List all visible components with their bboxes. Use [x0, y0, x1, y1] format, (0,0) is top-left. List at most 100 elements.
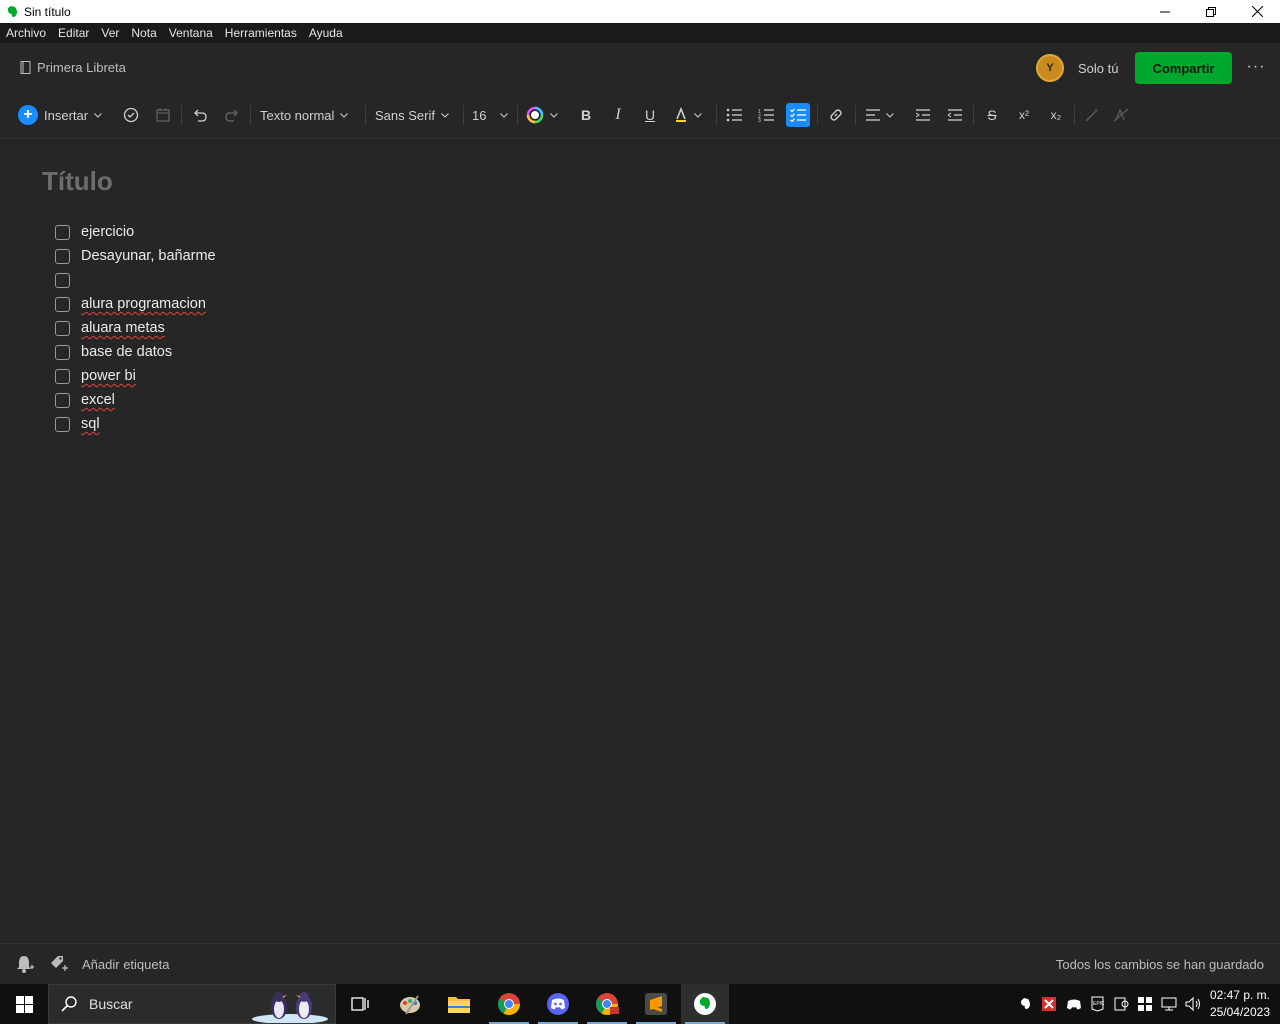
highlight-dropdown[interactable] — [674, 103, 702, 127]
insert-button[interactable]: + Insertar — [18, 103, 102, 127]
checklist-item: power bi — [55, 364, 216, 388]
toolbar-divider — [817, 105, 818, 125]
evernote-taskbar-icon[interactable] — [681, 984, 729, 1024]
checklist-icon[interactable] — [786, 103, 810, 127]
note-footer: Añadir etiqueta Todos los cambios se han… — [0, 943, 1280, 984]
app-tray-icon[interactable] — [1109, 984, 1133, 1024]
restore-icon[interactable] — [1188, 0, 1234, 23]
menu-archivo[interactable]: Archivo — [6, 26, 46, 40]
clock-time: 02:47 p. m. — [1209, 988, 1270, 1002]
font-size-value: 16 — [472, 107, 487, 123]
bold-icon[interactable]: B — [574, 103, 598, 127]
more-options-icon[interactable]: ··· — [1246, 57, 1266, 77]
clear-formatting-icon[interactable] — [1109, 103, 1133, 127]
note-title-input[interactable]: Título — [42, 166, 113, 197]
task-view-icon[interactable] — [336, 984, 384, 1024]
volume-icon[interactable] — [1181, 984, 1205, 1024]
note-editor[interactable]: Título ejercicio Desayunar, bañarme alura … — [0, 140, 1280, 943]
share-button[interactable]: Compartir — [1135, 52, 1232, 84]
checklist-item-text[interactable]: alura programacion — [81, 296, 206, 312]
avatar[interactable]: Y — [1036, 54, 1064, 82]
text-color-dropdown[interactable] — [526, 103, 558, 127]
font-family-dropdown[interactable]: Sans Serif — [375, 103, 449, 127]
windows-start-icon[interactable] — [0, 984, 48, 1024]
redo-icon[interactable] — [220, 103, 244, 127]
checkbox[interactable] — [55, 296, 70, 312]
windows-taskbar: Buscar EPIC 02:47 p. m. 25/04/2023 — [0, 984, 1280, 1024]
checklist-item-text[interactable]: sql — [81, 416, 100, 432]
menu-nota[interactable]: Nota — [131, 26, 156, 40]
system-clock[interactable]: 02:47 p. m. 25/04/2023 — [1210, 987, 1270, 1021]
checkbox[interactable] — [55, 272, 70, 288]
checkbox[interactable] — [55, 344, 70, 360]
toolbar-divider — [973, 105, 974, 125]
checkbox[interactable] — [55, 392, 70, 408]
checkbox[interactable] — [55, 320, 70, 336]
add-tag-field[interactable]: Añadir etiqueta — [82, 957, 169, 972]
checklist-item-text[interactable]: aluara metas — [81, 320, 165, 336]
checklist-item: excel — [55, 388, 216, 412]
text-style-dropdown[interactable]: Texto normal — [260, 103, 349, 127]
checkbox[interactable] — [55, 416, 70, 432]
paint-app-icon[interactable] — [386, 984, 434, 1024]
checklist-item: Desayunar, bañarme — [55, 244, 216, 268]
menu-editar[interactable]: Editar — [58, 26, 89, 40]
link-icon[interactable] — [824, 103, 848, 127]
antivirus-tray-icon[interactable] — [1037, 984, 1061, 1024]
notebook-icon — [20, 61, 31, 74]
chrome-profile-icon[interactable] — [583, 984, 631, 1024]
chrome-icon[interactable] — [485, 984, 533, 1024]
calendar-icon[interactable] — [151, 103, 175, 127]
superscript-icon[interactable]: x² — [1012, 103, 1036, 127]
menu-ver[interactable]: Ver — [101, 26, 119, 40]
sublime-text-icon[interactable] — [632, 984, 680, 1024]
font-size-dropdown[interactable]: 16 — [472, 103, 508, 127]
epic-games-tray-icon[interactable]: EPIC — [1085, 984, 1109, 1024]
indent-icon[interactable] — [911, 103, 935, 127]
color-wheel-icon — [526, 106, 544, 124]
tag-icon[interactable] — [48, 954, 68, 974]
insert-label: Insertar — [44, 107, 89, 123]
italic-icon[interactable]: I — [606, 103, 630, 127]
align-dropdown[interactable] — [866, 103, 894, 127]
underline-icon[interactable]: U — [638, 103, 662, 127]
close-icon[interactable] — [1234, 0, 1280, 23]
checklist-item-text[interactable]: power bi — [81, 368, 136, 384]
security-tray-icon[interactable] — [1133, 984, 1157, 1024]
text-style-value: Texto normal — [260, 107, 335, 123]
subscript-icon[interactable]: x₂ — [1044, 103, 1068, 127]
checklist-item-text[interactable]: excel — [81, 392, 115, 408]
evernote-icon — [8, 5, 17, 17]
task-icon[interactable] — [119, 103, 143, 127]
evernote-tray-icon[interactable] — [1013, 984, 1037, 1024]
strikethrough-icon[interactable]: S — [980, 103, 1004, 127]
checkbox[interactable] — [55, 224, 70, 240]
checkbox[interactable] — [55, 368, 70, 384]
file-explorer-icon[interactable] — [435, 984, 483, 1024]
discord-tray-icon[interactable] — [1062, 984, 1086, 1024]
notebook-selector[interactable]: Primera Libreta — [20, 60, 126, 75]
minimize-icon[interactable] — [1142, 0, 1188, 23]
checklist-item-text[interactable]: base de datos — [81, 344, 172, 360]
toolbar-divider — [365, 105, 366, 125]
taskbar-search[interactable]: Buscar — [48, 984, 336, 1024]
checkbox[interactable] — [55, 248, 70, 264]
numbered-list-icon[interactable]: 123 — [754, 103, 778, 127]
undo-icon[interactable] — [188, 103, 212, 127]
menu-herramientas[interactable]: Herramientas — [225, 26, 297, 40]
menu-ventana[interactable]: Ventana — [169, 26, 213, 40]
checklist-item: aluara metas — [55, 316, 216, 340]
menu-ayuda[interactable]: Ayuda — [309, 26, 343, 40]
sharing-status[interactable]: Solo tú — [1078, 61, 1118, 76]
checklist-item: sql — [55, 412, 216, 436]
network-icon[interactable] — [1157, 984, 1181, 1024]
magic-wand-icon[interactable] — [1080, 103, 1104, 127]
discord-icon[interactable] — [534, 984, 582, 1024]
bulleted-list-icon[interactable] — [722, 103, 746, 127]
checklist-item-text[interactable]: Desayunar, bañarme — [81, 248, 216, 264]
note-header: Primera Libreta Y Solo tú Compartir ··· — [0, 43, 1280, 95]
checklist-item-text[interactable]: ejercicio — [81, 224, 134, 240]
checklist: ejercicio Desayunar, bañarme alura program… — [55, 220, 216, 436]
outdent-icon[interactable] — [943, 103, 967, 127]
reminder-bell-icon[interactable] — [14, 954, 34, 974]
